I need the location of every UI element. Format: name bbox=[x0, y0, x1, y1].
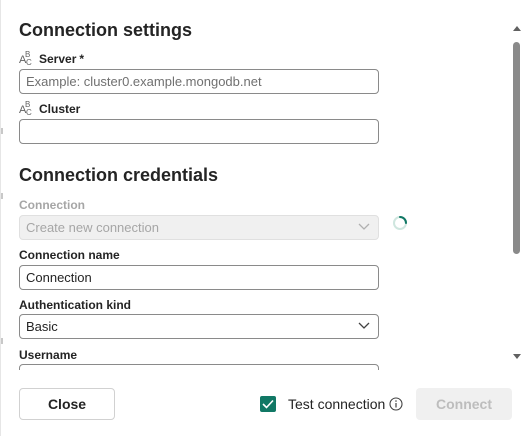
abc-text-icon: ABC bbox=[19, 49, 32, 67]
test-connection-checkbox[interactable] bbox=[260, 396, 276, 412]
server-label-text: Server bbox=[39, 52, 77, 66]
authentication-kind-select[interactable]: Basic bbox=[19, 314, 379, 339]
connect-button: Connect bbox=[416, 388, 512, 420]
chevron-down-icon[interactable] bbox=[358, 322, 370, 330]
required-marker: * bbox=[79, 52, 85, 66]
checkmark-icon bbox=[262, 399, 274, 409]
abc-text-icon: ABC bbox=[19, 99, 32, 117]
connection-dialog: Connection settings ABC Server* ABC Clus… bbox=[0, 0, 527, 436]
server-label: ABC Server * bbox=[19, 49, 85, 67]
connection-selected-value: Create new connection bbox=[26, 220, 159, 235]
test-connection-label[interactable]: Test connection bbox=[288, 396, 385, 413]
scroll-down-arrow-icon[interactable] bbox=[512, 351, 522, 361]
authentication-kind-selected-value: Basic bbox=[26, 319, 58, 334]
username-label: Username bbox=[19, 348, 78, 362]
connection-label: Connection bbox=[19, 198, 85, 212]
cluster-input[interactable] bbox=[19, 119, 379, 144]
cluster-label: ABC Cluster bbox=[19, 99, 81, 117]
connection-select: Create new connection bbox=[19, 215, 379, 240]
connection-name-input[interactable] bbox=[19, 265, 379, 290]
server-input[interactable] bbox=[19, 69, 379, 94]
connection-name-label: Connection name bbox=[19, 248, 120, 262]
settings-scroll-area[interactable]: Connection settings ABC Server* ABC Clus… bbox=[1, 0, 507, 370]
connection-credentials-heading: Connection credentials bbox=[19, 165, 219, 185]
chevron-down-icon bbox=[358, 223, 370, 230]
info-icon[interactable] bbox=[389, 397, 403, 411]
scroll-up-arrow-icon[interactable] bbox=[512, 24, 522, 34]
authentication-kind-label: Authentication kind bbox=[19, 298, 131, 312]
scrollbar-thumb[interactable] bbox=[513, 42, 520, 254]
cluster-label-text: Cluster bbox=[39, 102, 81, 116]
close-button[interactable]: Close bbox=[19, 388, 115, 420]
spinner-icon bbox=[393, 216, 407, 230]
connection-settings-heading: Connection settings bbox=[19, 20, 193, 40]
dialog-footer: Close Test connection Connect bbox=[1, 370, 527, 436]
